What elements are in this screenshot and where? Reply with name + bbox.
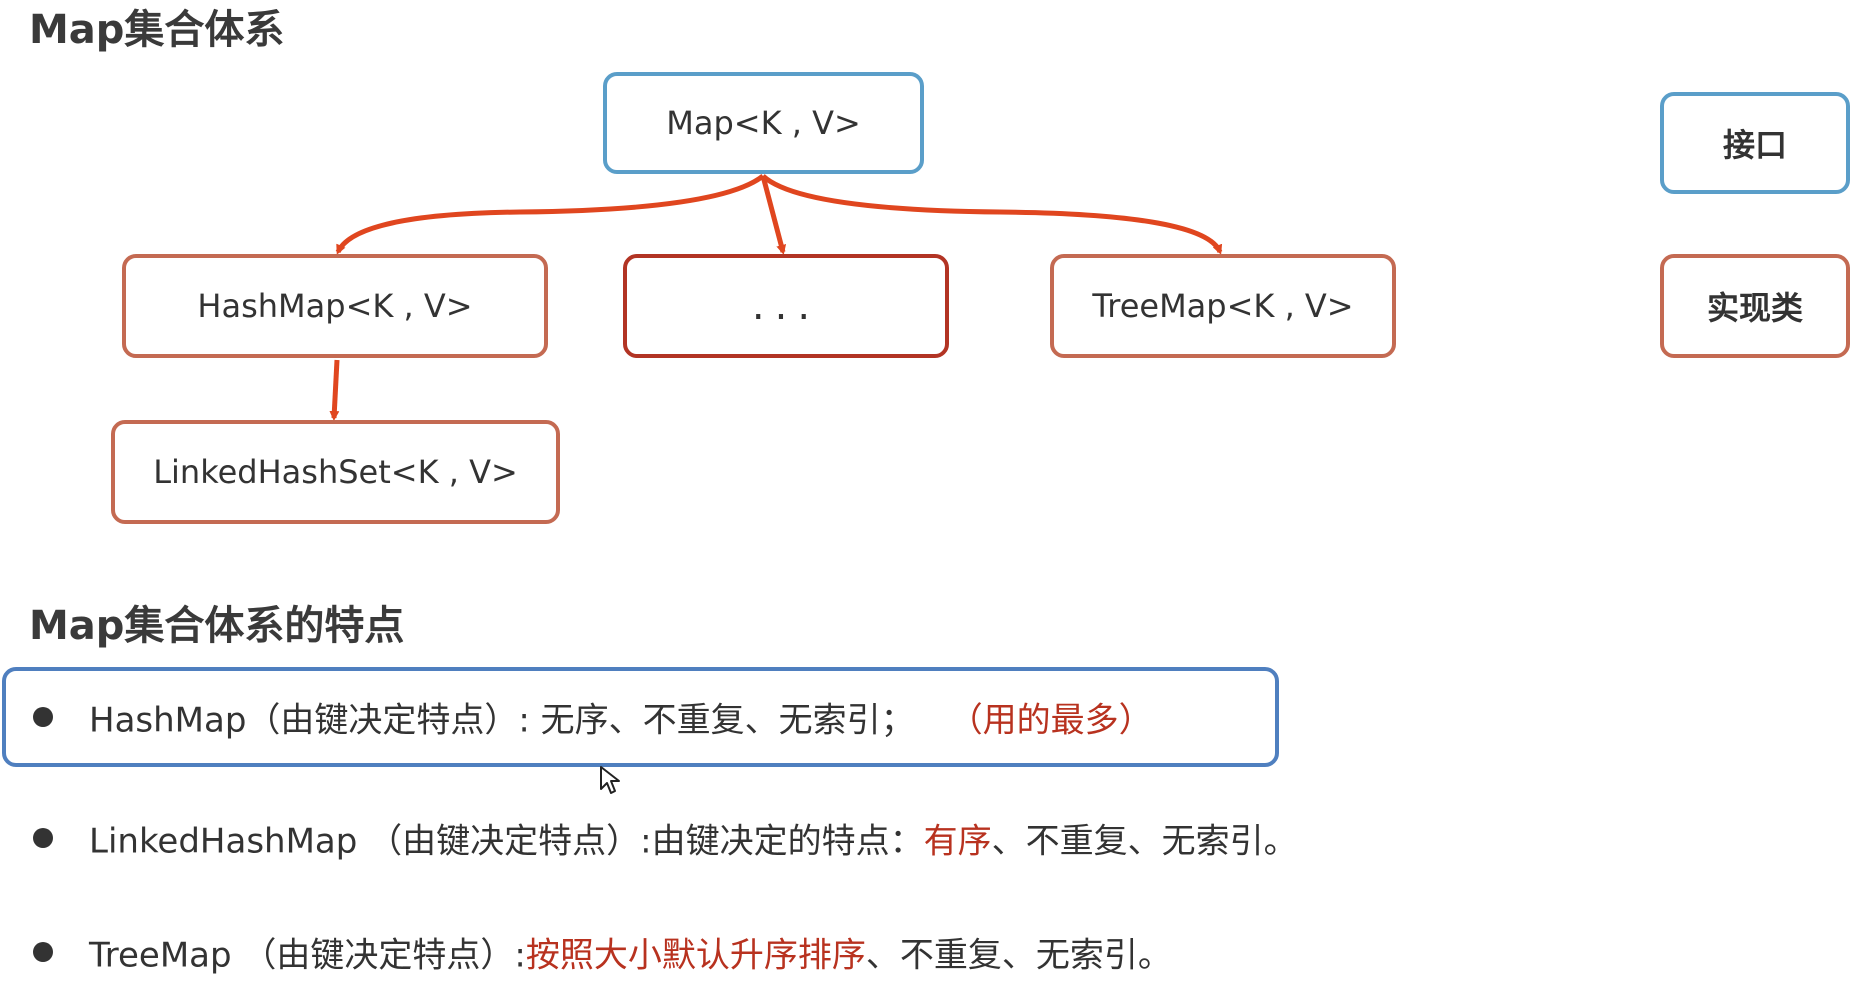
feature-item-linkedhashmap: LinkedHashMap （由键决定特点）:由键决定的特点：有序、不重复、无索… xyxy=(0,818,1400,862)
feature-highlight: 按照大小默认升序排序 xyxy=(525,935,866,976)
legend-interface: 接口 xyxy=(1660,92,1850,194)
feature-highlight: （用的最多） xyxy=(948,700,1153,741)
section-title-map-features: Map集合体系的特点 xyxy=(29,603,405,649)
node-linked-label: LinkedHashSet<K , V> xyxy=(153,453,518,491)
feature-text: TreeMap （由键决定特点）:按照大小默认升序排序、不重复、无索引。 xyxy=(89,928,1172,977)
bullet-dot-icon xyxy=(33,707,53,727)
node-hashmap-label: HashMap<K , V> xyxy=(197,287,473,325)
feature-suffix: 、不重复、无索引。 xyxy=(991,821,1298,862)
feature-prefix: HashMap（由键决定特点）: 无序、不重复、无索引； xyxy=(89,700,915,741)
node-treemap-label: TreeMap<K , V> xyxy=(1092,287,1354,325)
feature-prefix: LinkedHashMap （由键决定特点）:由键决定的特点： xyxy=(89,821,924,862)
node-treemap: TreeMap<K , V> xyxy=(1050,254,1396,358)
mouse-pointer-icon xyxy=(600,766,620,794)
feature-highlight: 有序 xyxy=(923,821,992,862)
feature-text: HashMap（由键决定特点）: 无序、不重复、无索引； （用的最多） xyxy=(89,693,1153,742)
feature-text: LinkedHashMap （由键决定特点）:由键决定的特点：有序、不重复、无索… xyxy=(89,814,1298,863)
legend-impl-label: 实现类 xyxy=(1706,289,1803,327)
feature-item-treemap: TreeMap （由键决定特点）:按照大小默认升序排序、不重复、无索引。 xyxy=(0,932,1300,976)
arrow-map-to-hashmap xyxy=(335,174,765,255)
arrow-map-to-treemap xyxy=(761,174,1223,255)
section-title-map-hierarchy: Map集合体系 xyxy=(29,7,285,53)
bullet-dot-icon xyxy=(33,828,53,848)
legend-interface-label: 接口 xyxy=(1722,126,1787,164)
node-more-implementations: ... xyxy=(623,254,949,358)
feature-suffix: 、不重复、无索引。 xyxy=(865,935,1172,976)
arrow-map-to-more xyxy=(760,175,787,255)
node-more-label: ... xyxy=(751,283,821,329)
node-map-interface: Map<K , V> xyxy=(603,72,924,174)
feature-prefix: TreeMap （由键决定特点）: xyxy=(89,935,526,976)
node-linkedhashset: LinkedHashSet<K , V> xyxy=(111,420,560,524)
node-map-label: Map<K , V> xyxy=(666,104,861,142)
legend-implementation: 实现类 xyxy=(1660,254,1850,358)
feature-item-hashmap: HashMap（由键决定特点）: 无序、不重复、无索引； （用的最多） xyxy=(0,667,1279,767)
node-hashmap: HashMap<K , V> xyxy=(122,254,548,358)
arrow-hashmap-to-linked xyxy=(329,359,340,421)
bullet-dot-icon xyxy=(33,942,53,962)
